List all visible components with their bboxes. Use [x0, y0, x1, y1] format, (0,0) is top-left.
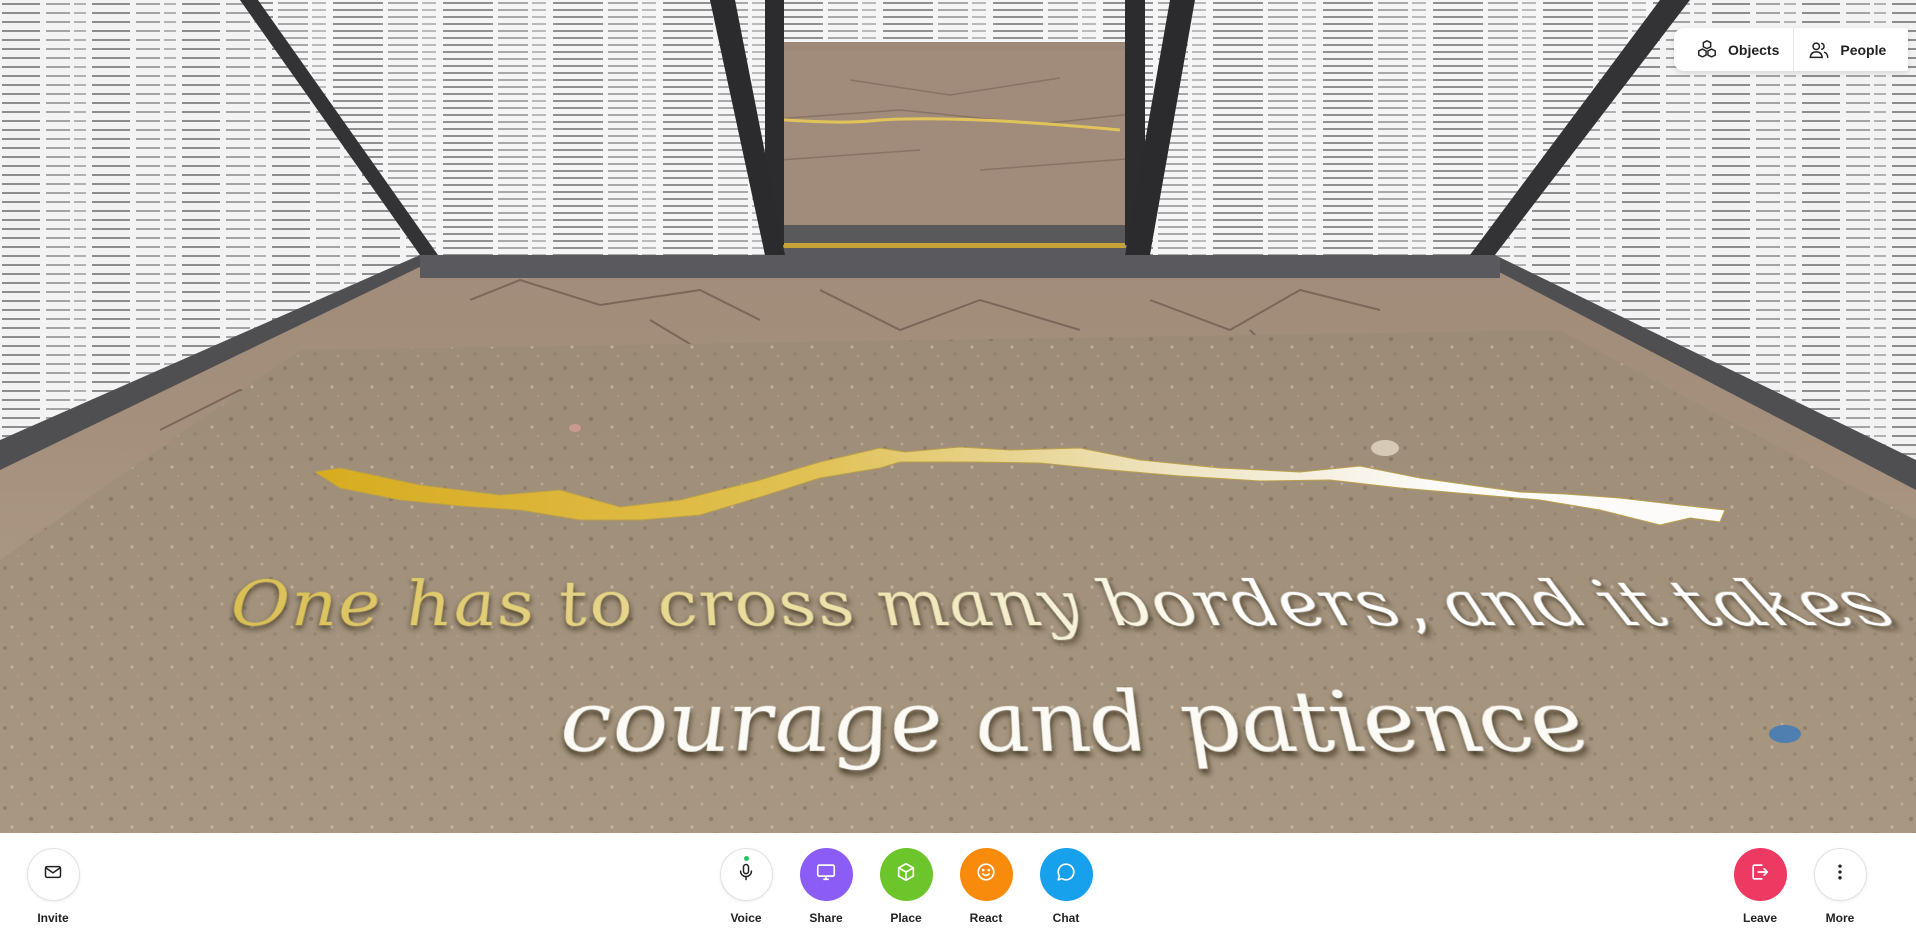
chat-label: Chat — [1052, 911, 1080, 925]
more-button[interactable]: More — [1805, 848, 1875, 925]
place-button[interactable]: Place — [871, 848, 941, 925]
share-circle — [799, 848, 853, 901]
objects-tab[interactable]: Objects — [1682, 28, 1793, 71]
voice-button[interactable]: Voice — [711, 848, 781, 925]
share-button[interactable]: Share — [791, 848, 861, 925]
virtual-room-viewport[interactable]: One has to cross many borders, and it ta… — [0, 0, 1916, 833]
people-tab[interactable]: People — [1793, 28, 1900, 71]
invite-button[interactable]: Invite — [18, 848, 88, 925]
people-icon — [1808, 39, 1830, 61]
chat-button[interactable]: Chat — [1031, 848, 1101, 925]
place-label: Place — [890, 911, 922, 925]
share-label: Share — [809, 911, 843, 925]
cube-icon — [895, 861, 917, 888]
place-circle — [879, 848, 933, 901]
floor-quote-line-1: One has to cross many borders, and it ta… — [228, 569, 1916, 641]
more-circle — [1813, 848, 1867, 901]
voice-circle — [719, 848, 773, 901]
vertical-dots-icon — [1830, 862, 1850, 887]
more-label: More — [1825, 911, 1855, 925]
leave-label: Leave — [1742, 911, 1778, 925]
stacked-cubes-icon — [1696, 39, 1718, 61]
leave-button[interactable]: Leave — [1725, 848, 1795, 925]
bottom-toolbar: Invite Voice Share Place React Chat Leav… — [0, 833, 1916, 934]
smiley-icon — [975, 861, 997, 888]
mic-status-dot — [743, 856, 749, 861]
people-tab-label: People — [1840, 41, 1887, 58]
invite-label: Invite — [37, 911, 69, 925]
react-circle — [959, 848, 1013, 901]
chat-circle — [1039, 848, 1093, 901]
top-right-panel-tabs: Objects People — [1674, 28, 1909, 71]
react-label: React — [969, 911, 1003, 925]
speech-bubble-icon — [1055, 861, 1077, 888]
invite-circle — [26, 848, 80, 901]
objects-tab-label: Objects — [1728, 41, 1780, 58]
monitor-icon — [815, 861, 837, 888]
leave-circle — [1733, 848, 1787, 901]
exit-icon — [1749, 861, 1771, 888]
floor-quote-line-2: courage and patience — [560, 674, 1614, 772]
envelope-icon — [43, 862, 63, 887]
react-button[interactable]: React — [951, 848, 1021, 925]
voice-label: Voice — [730, 911, 762, 925]
microphone-icon — [736, 862, 756, 887]
